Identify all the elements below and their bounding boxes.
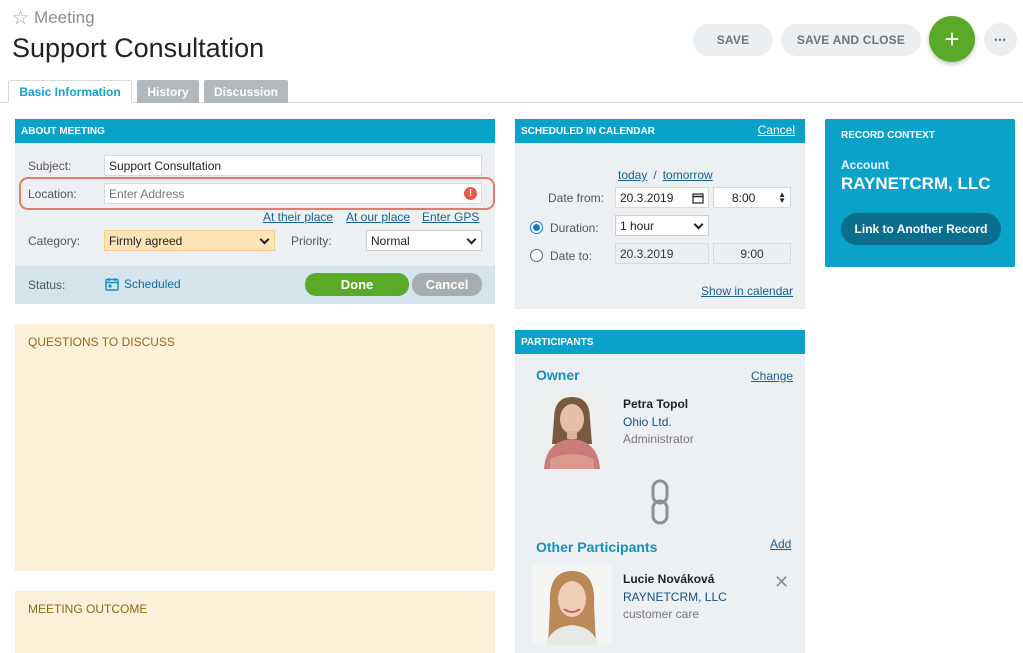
time-to-input[interactable]: 9:00 [713,243,791,264]
duration-label: Duration: [550,221,599,235]
time-from-input[interactable]: 8:00 ▲ ▼ [713,187,791,208]
enter-gps-link[interactable]: Enter GPS [422,210,479,224]
participant-avatar [532,565,612,645]
at-their-place-link[interactable]: At their place [263,210,333,224]
date-shortcut-separator: / [653,168,657,182]
record-context-panel: RECORD CONTEXT Account RAYNETCRM, LLC Li… [825,119,1015,267]
calendar-icon [105,278,119,291]
date-from-value: 20.3.2019 [620,190,674,205]
priority-value: Normal [371,233,410,248]
done-button[interactable]: Done [305,273,409,296]
outcome-title: MEETING OUTCOME [28,602,148,616]
chevron-down-icon [259,234,270,244]
at-our-place-link[interactable]: At our place [346,210,410,224]
calendar-panel: SCHEDULED IN CALENDAR Cancel [515,119,805,309]
date-to-radio[interactable] [530,249,543,262]
location-placeholder: Enter Address [109,186,185,201]
duration-select[interactable]: 1 hour [615,215,709,236]
entity-type-label: Meeting [34,8,95,27]
page-title: Support Consultation [12,33,265,63]
category-value: Firmly agreed [109,233,183,248]
questions-box[interactable]: QUESTIONS TO DISCUSS [15,324,495,571]
status-value: Scheduled [124,277,181,291]
more-dots-icon: ••• [994,34,1007,45]
owner-company: Ohio Ltd. [623,415,672,429]
category-select[interactable]: Firmly agreed [104,230,275,251]
duration-value: 1 hour [620,218,655,233]
other-participants-title: Other Participants [536,539,658,555]
remove-participant-icon[interactable]: ✕ [774,573,789,591]
chevron-down-icon [693,219,704,229]
owner-name: Petra Topol [623,397,689,411]
priority-select[interactable]: Normal [366,230,482,251]
record-context-title: RECORD CONTEXT [841,130,935,141]
location-input[interactable]: Enter Address [104,183,482,204]
participants-header: PARTICIPANTS [515,330,805,354]
date-from-label: Date from: [548,191,605,205]
priority-label: Priority: [291,234,332,248]
questions-title: QUESTIONS TO DISCUSS [28,335,175,349]
tab-basic-information[interactable]: Basic Information [8,80,132,103]
error-icon: ! [464,187,477,200]
status-label: Status: [28,278,66,292]
change-owner-link[interactable]: Change [751,369,793,383]
tab-history[interactable]: History [137,80,199,103]
favorite-star-icon[interactable]: ☆ [12,9,29,28]
subject-label: Subject: [28,159,72,173]
tomorrow-link[interactable]: tomorrow [663,168,713,182]
calendar-cancel-link[interactable]: Cancel [758,123,795,137]
owner-title: Owner [536,367,580,383]
about-meeting-header: ABOUT MEETING [15,119,495,143]
save-and-close-button[interactable]: SAVE AND CLOSE [781,24,921,56]
status-indicator: Scheduled [105,277,181,291]
today-link[interactable]: today [618,168,647,182]
subject-input[interactable]: Support Consultation [104,155,482,176]
location-label: Location: [28,187,77,201]
calendar-header: SCHEDULED IN CALENDAR Cancel [515,119,805,143]
plus-icon: + [944,23,960,54]
account-name[interactable]: RAYNETCRM, LLC [841,174,991,194]
save-button[interactable]: SAVE [693,24,773,56]
calendar-title: SCHEDULED IN CALENDAR [521,125,655,137]
date-to-label: Date to: [550,249,593,263]
date-from-input[interactable]: 20.3.2019 [615,187,709,208]
category-label: Category: [28,234,81,248]
account-label: Account [841,158,889,172]
time-stepper-icon[interactable]: ▲ ▼ [778,190,786,204]
tab-discussion[interactable]: Discussion [204,80,288,103]
add-participant-link[interactable]: Add [770,537,791,551]
duration-radio[interactable] [530,221,543,234]
outcome-box[interactable]: MEETING OUTCOME [15,591,495,653]
chevron-down-icon [466,234,477,244]
link-to-another-record-button[interactable]: Link to Another Record [841,213,1001,245]
more-options-button[interactable]: ••• [984,23,1017,56]
owner-avatar [532,389,612,469]
calendar-picker-icon[interactable] [692,192,704,204]
chain-link-icon [651,479,669,525]
add-button[interactable]: + [929,16,975,62]
time-from-value: 8:00 [732,190,756,205]
owner-role: Administrator [623,432,694,446]
cancel-status-button[interactable]: Cancel [412,273,482,296]
participant-name: Lucie Nováková [623,572,715,586]
date-shortcuts: today / tomorrow [618,168,713,182]
entity-type: ☆ Meeting [12,8,95,28]
participant-role: customer care [623,607,700,621]
show-in-calendar-link[interactable]: Show in calendar [701,284,793,298]
participant-company: RAYNETCRM, LLC [623,590,727,604]
date-to-input[interactable]: 20.3.2019 [615,243,709,264]
